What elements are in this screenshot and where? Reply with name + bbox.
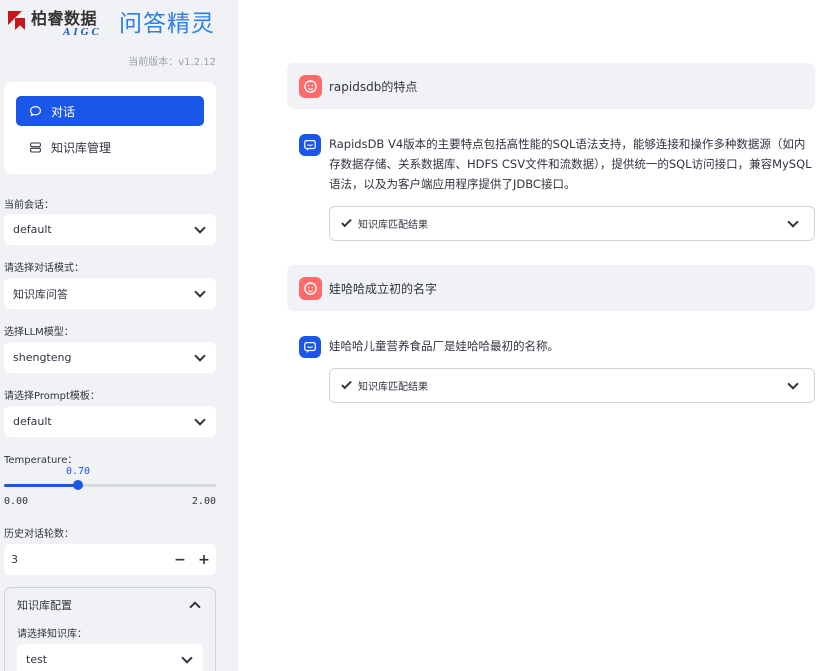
- app-title: 问答精灵: [119, 11, 215, 37]
- assistant-message-text: RapidsDB V4版本的主要特点包括高性能的SQL语法支持，能够连接和操作多…: [329, 137, 812, 191]
- kb-select-label: 请选择知识库：: [17, 629, 87, 640]
- chevron-down-icon: [194, 349, 206, 362]
- decrement-button[interactable]: −: [168, 552, 192, 568]
- mode-select[interactable]: 知识库问答: [4, 278, 216, 309]
- assistant-message: RapidsDB V4版本的主要特点包括高性能的SQL语法支持，能够连接和操作多…: [299, 134, 815, 241]
- chevron-down-icon: [194, 221, 206, 234]
- chat-bubble-icon: [28, 104, 42, 118]
- chevron-up-icon: [189, 601, 201, 613]
- kb-config-header[interactable]: 知识库配置: [5, 588, 215, 622]
- mode-label: 请选择对话模式：: [4, 263, 84, 274]
- assistant-avatar-icon: [299, 336, 321, 358]
- logo-mark-icon: [8, 11, 28, 31]
- kb-match-label: 知识库匹配结果: [358, 220, 428, 231]
- kb-match-expander[interactable]: 知识库匹配结果: [329, 368, 815, 403]
- session-value: default: [13, 223, 52, 236]
- history-label: 历史对话轮数：: [4, 529, 74, 540]
- history-stepper: 3 − +: [4, 544, 216, 575]
- kb-select[interactable]: test: [17, 644, 203, 671]
- kb-config-title: 知识库配置: [17, 599, 72, 612]
- kb-match-expander[interactable]: 知识库匹配结果: [329, 206, 815, 241]
- temperature-slider[interactable]: [4, 480, 216, 490]
- temperature-min: 0.00: [4, 496, 29, 507]
- assistant-avatar-icon: [299, 134, 321, 156]
- kb-select-value: test: [26, 653, 48, 666]
- kb-config-expander: 知识库配置 请选择知识库： test: [4, 587, 216, 671]
- session-select[interactable]: default: [4, 214, 216, 245]
- mode-value: 知识库问答: [13, 287, 68, 301]
- history-input[interactable]: 3: [4, 553, 168, 566]
- user-message: 娃哈哈成立初的名字: [287, 265, 815, 311]
- user-message-text: 娃哈哈成立初的名字: [329, 281, 438, 296]
- temperature-value: 0.70: [66, 466, 91, 477]
- chevron-down-icon: [181, 651, 193, 664]
- kb-match-label: 知识库匹配结果: [358, 382, 428, 393]
- temperature-max: 2.00: [191, 496, 216, 507]
- chat-area: rapidsdb的特点 RapidsDB V4版本的主要特点包括高性能的SQL语…: [238, 0, 826, 671]
- temperature-label: Temperature：: [4, 455, 78, 466]
- check-icon: [341, 216, 352, 228]
- user-avatar-icon: [299, 74, 322, 98]
- chevron-down-icon: [194, 413, 206, 426]
- session-label: 当前会话：: [4, 200, 54, 211]
- chevron-down-icon: [787, 215, 799, 228]
- slider-thumb[interactable]: [73, 480, 84, 490]
- chevron-down-icon: [787, 377, 799, 390]
- check-icon: [341, 378, 352, 390]
- user-avatar-icon: [299, 276, 322, 300]
- llm-label: 选择LLM模型：: [4, 327, 74, 338]
- logo-subtext: AIGC: [63, 26, 102, 38]
- version-label: 当前版本：v1.2.12: [128, 57, 216, 68]
- sidebar: 柏睿数据 AIGC 问答精灵 当前版本：v1.2.12 对话 知识库管理 当前会…: [0, 0, 238, 671]
- llm-select[interactable]: shengteng: [4, 342, 216, 373]
- assistant-message-text: 娃哈哈儿童营养食品厂是娃哈哈最初的名称。: [329, 339, 559, 353]
- prompt-select[interactable]: default: [4, 406, 216, 437]
- llm-value: shengteng: [13, 351, 72, 364]
- database-icon: [28, 140, 42, 154]
- user-message-text: rapidsdb的特点: [329, 79, 418, 94]
- user-message: rapidsdb的特点: [287, 63, 815, 109]
- assistant-message: 娃哈哈儿童营养食品厂是娃哈哈最初的名称。 知识库匹配结果: [299, 336, 815, 403]
- nav-item-chat[interactable]: 对话: [16, 96, 204, 126]
- nav-item-knowledge-base[interactable]: 知识库管理: [16, 132, 204, 162]
- brand-logo: 柏睿数据 AIGC 问答精灵: [8, 9, 215, 39]
- prompt-value: default: [13, 415, 52, 428]
- nav-menu: 对话 知识库管理: [4, 82, 216, 174]
- prompt-label: 请选择Prompt模板：: [4, 391, 100, 402]
- increment-button[interactable]: +: [192, 552, 216, 568]
- slider-fill: [4, 484, 79, 487]
- nav-item-label: 对话: [51, 104, 76, 119]
- chevron-down-icon: [194, 285, 206, 298]
- nav-item-label: 知识库管理: [51, 140, 112, 155]
